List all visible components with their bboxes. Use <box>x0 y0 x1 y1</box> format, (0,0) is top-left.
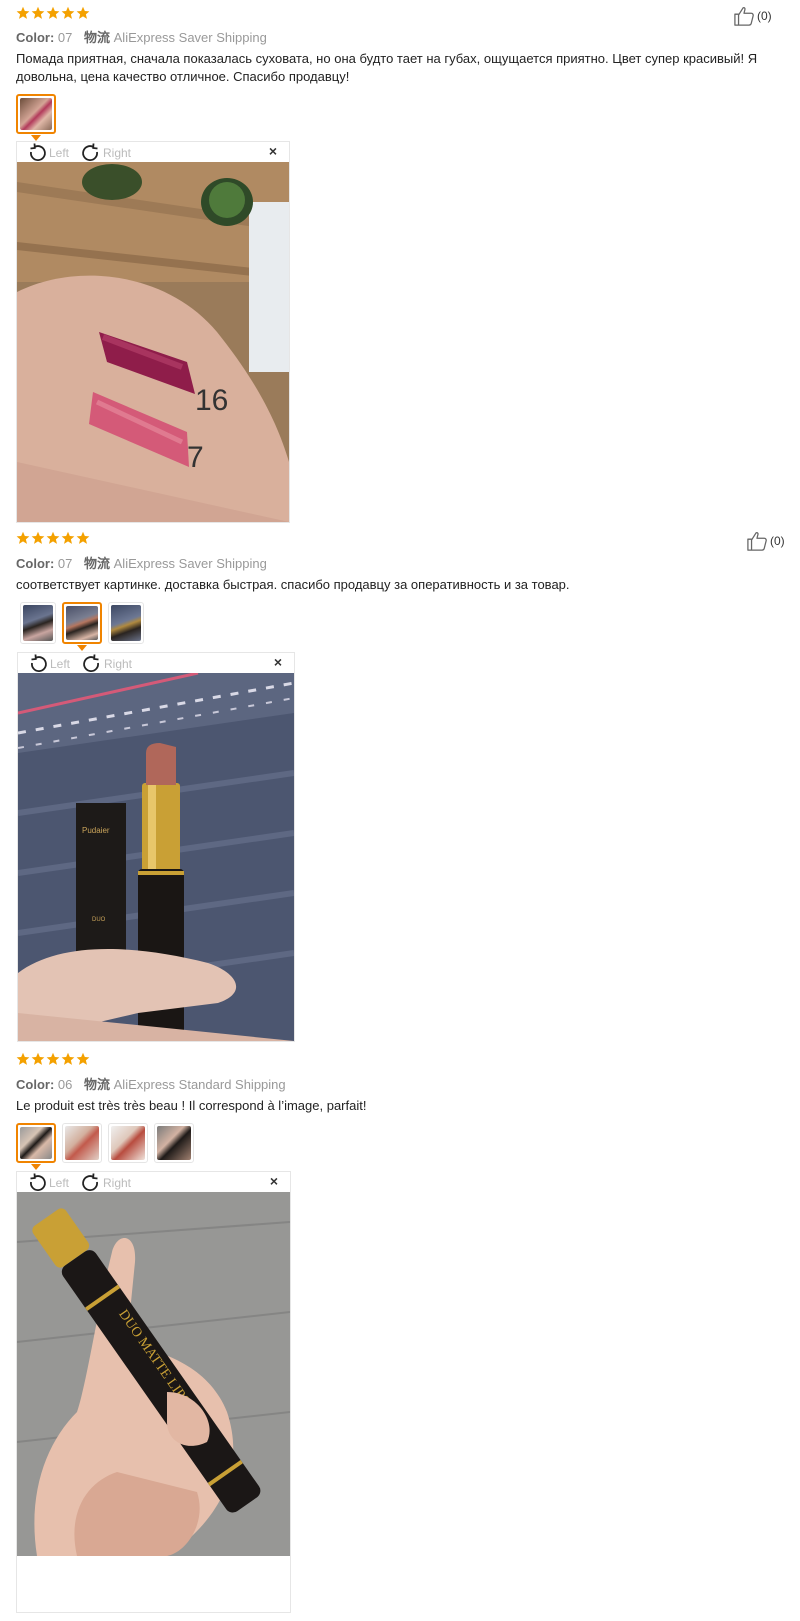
shipping-value: AliExpress Saver Shipping <box>113 556 267 571</box>
review-text: Le produit est très très beau ! Il corre… <box>16 1098 367 1113</box>
color-value: 07 <box>57 30 73 45</box>
helpful-button[interactable]: (0) <box>733 6 772 26</box>
shipping-label: 物流 <box>84 556 111 571</box>
shipping-label: 物流 <box>84 30 111 45</box>
review-photo: DUO MATTE LIPSTICK <box>17 1192 290 1556</box>
color-label: Color: <box>16 1077 55 1092</box>
review-3: Color: 06 物流 AliExpress Standard Shippin… <box>0 1045 800 1621</box>
rotate-right-button[interactable]: Right <box>81 143 131 163</box>
review-meta: Color: 07 物流 AliExpress Saver Shipping <box>16 553 267 572</box>
photo-thumbnail[interactable] <box>20 602 56 644</box>
star-icon <box>31 1052 45 1066</box>
photo-viewer: Left Right × DUO MATTE LIPSTICK <box>16 1171 291 1613</box>
star-icon <box>61 6 75 20</box>
star-icon <box>76 6 90 20</box>
rotate-right-icon <box>82 654 102 674</box>
color-label: Color: <box>16 30 55 45</box>
box-brand: Pudaier <box>82 826 110 835</box>
rotate-right-label: Right <box>104 657 133 671</box>
review-meta: Color: 06 物流 AliExpress Standard Shippin… <box>16 1074 286 1093</box>
shipping-label: 物流 <box>84 1077 111 1092</box>
thumbs-up-icon <box>746 531 768 551</box>
photo-thumbnail[interactable] <box>108 602 144 644</box>
helpful-count: (0) <box>757 9 772 23</box>
viewer-toolbar: Left Right × <box>17 1172 290 1192</box>
rotate-right-label: Right <box>103 146 132 160</box>
review-meta: Color: 07 物流 AliExpress Saver Shipping <box>16 27 267 46</box>
photo-thumbnails <box>20 602 144 651</box>
rotate-left-button[interactable]: Left <box>28 654 70 674</box>
star-icon <box>46 531 60 545</box>
thumbs-up-icon <box>733 6 755 26</box>
color-value: 06 <box>57 1077 73 1092</box>
rotate-left-label: Left <box>49 1176 70 1190</box>
photo-viewer: Left Right × 16 7 <box>16 141 290 523</box>
photo-thumbnail[interactable] <box>62 1123 102 1163</box>
helpful-count: (0) <box>770 534 785 548</box>
star-icon <box>61 531 75 545</box>
viewer-toolbar: Left Right × <box>18 653 294 673</box>
rotate-left-button[interactable]: Left <box>27 143 69 163</box>
rotate-right-icon <box>81 1173 101 1193</box>
rotate-left-label: Left <box>49 146 70 160</box>
helpful-button[interactable]: (0) <box>746 531 785 551</box>
rotate-right-label: Right <box>103 1176 132 1190</box>
photo-thumbnail[interactable] <box>108 1123 148 1163</box>
photo-thumbnail[interactable] <box>16 1123 56 1170</box>
star-rating <box>16 1052 90 1066</box>
star-icon <box>16 6 30 20</box>
rotate-left-icon <box>28 654 48 674</box>
rotate-left-icon <box>27 143 47 163</box>
swatch-label: 7 <box>187 441 204 474</box>
star-rating <box>16 6 90 20</box>
star-icon <box>46 6 60 20</box>
box-label: DUO <box>92 917 106 923</box>
photo-viewer: Left Right × Pudaier DUO <box>17 652 295 1042</box>
star-icon <box>76 1052 90 1066</box>
swatch-label: 16 <box>195 384 228 417</box>
close-icon[interactable]: × <box>270 1173 278 1189</box>
close-icon[interactable]: × <box>274 654 282 670</box>
review-text: соответствует картинке. доставка быстрая… <box>16 577 570 592</box>
review-text: Помада приятная, сначала показалась сухо… <box>16 51 758 84</box>
star-icon <box>76 531 90 545</box>
star-icon <box>16 531 30 545</box>
rotate-left-button[interactable]: Left <box>27 1173 69 1193</box>
star-icon <box>31 6 45 20</box>
review-1: (0) Color: 07 物流 AliExpress Saver Shippi… <box>0 0 800 525</box>
rotate-left-label: Left <box>50 657 71 671</box>
shipping-value: AliExpress Standard Shipping <box>113 1077 286 1092</box>
rotate-left-icon <box>27 1173 47 1193</box>
photo-thumbnails <box>16 94 56 141</box>
star-icon <box>31 531 45 545</box>
photo-thumbnail[interactable] <box>16 94 56 141</box>
rotate-right-button[interactable]: Right <box>81 1173 131 1193</box>
review-2: (0) Color: 07 物流 AliExpress Saver Shippi… <box>0 525 800 1045</box>
rotate-right-button[interactable]: Right <box>82 654 132 674</box>
photo-thumbnail[interactable] <box>154 1123 194 1163</box>
close-icon[interactable]: × <box>269 143 277 159</box>
color-value: 07 <box>57 556 73 571</box>
star-rating <box>16 531 90 545</box>
photo-thumbnail[interactable] <box>62 602 102 651</box>
viewer-toolbar: Left Right × <box>17 142 289 162</box>
photo-thumbnails <box>16 1123 194 1170</box>
review-photo: Pudaier DUO <box>18 673 294 1041</box>
review-photo: 16 7 <box>17 162 289 522</box>
star-icon <box>46 1052 60 1066</box>
star-icon <box>16 1052 30 1066</box>
color-label: Color: <box>16 556 55 571</box>
shipping-value: AliExpress Saver Shipping <box>113 30 267 45</box>
star-icon <box>61 1052 75 1066</box>
rotate-right-icon <box>81 143 101 163</box>
